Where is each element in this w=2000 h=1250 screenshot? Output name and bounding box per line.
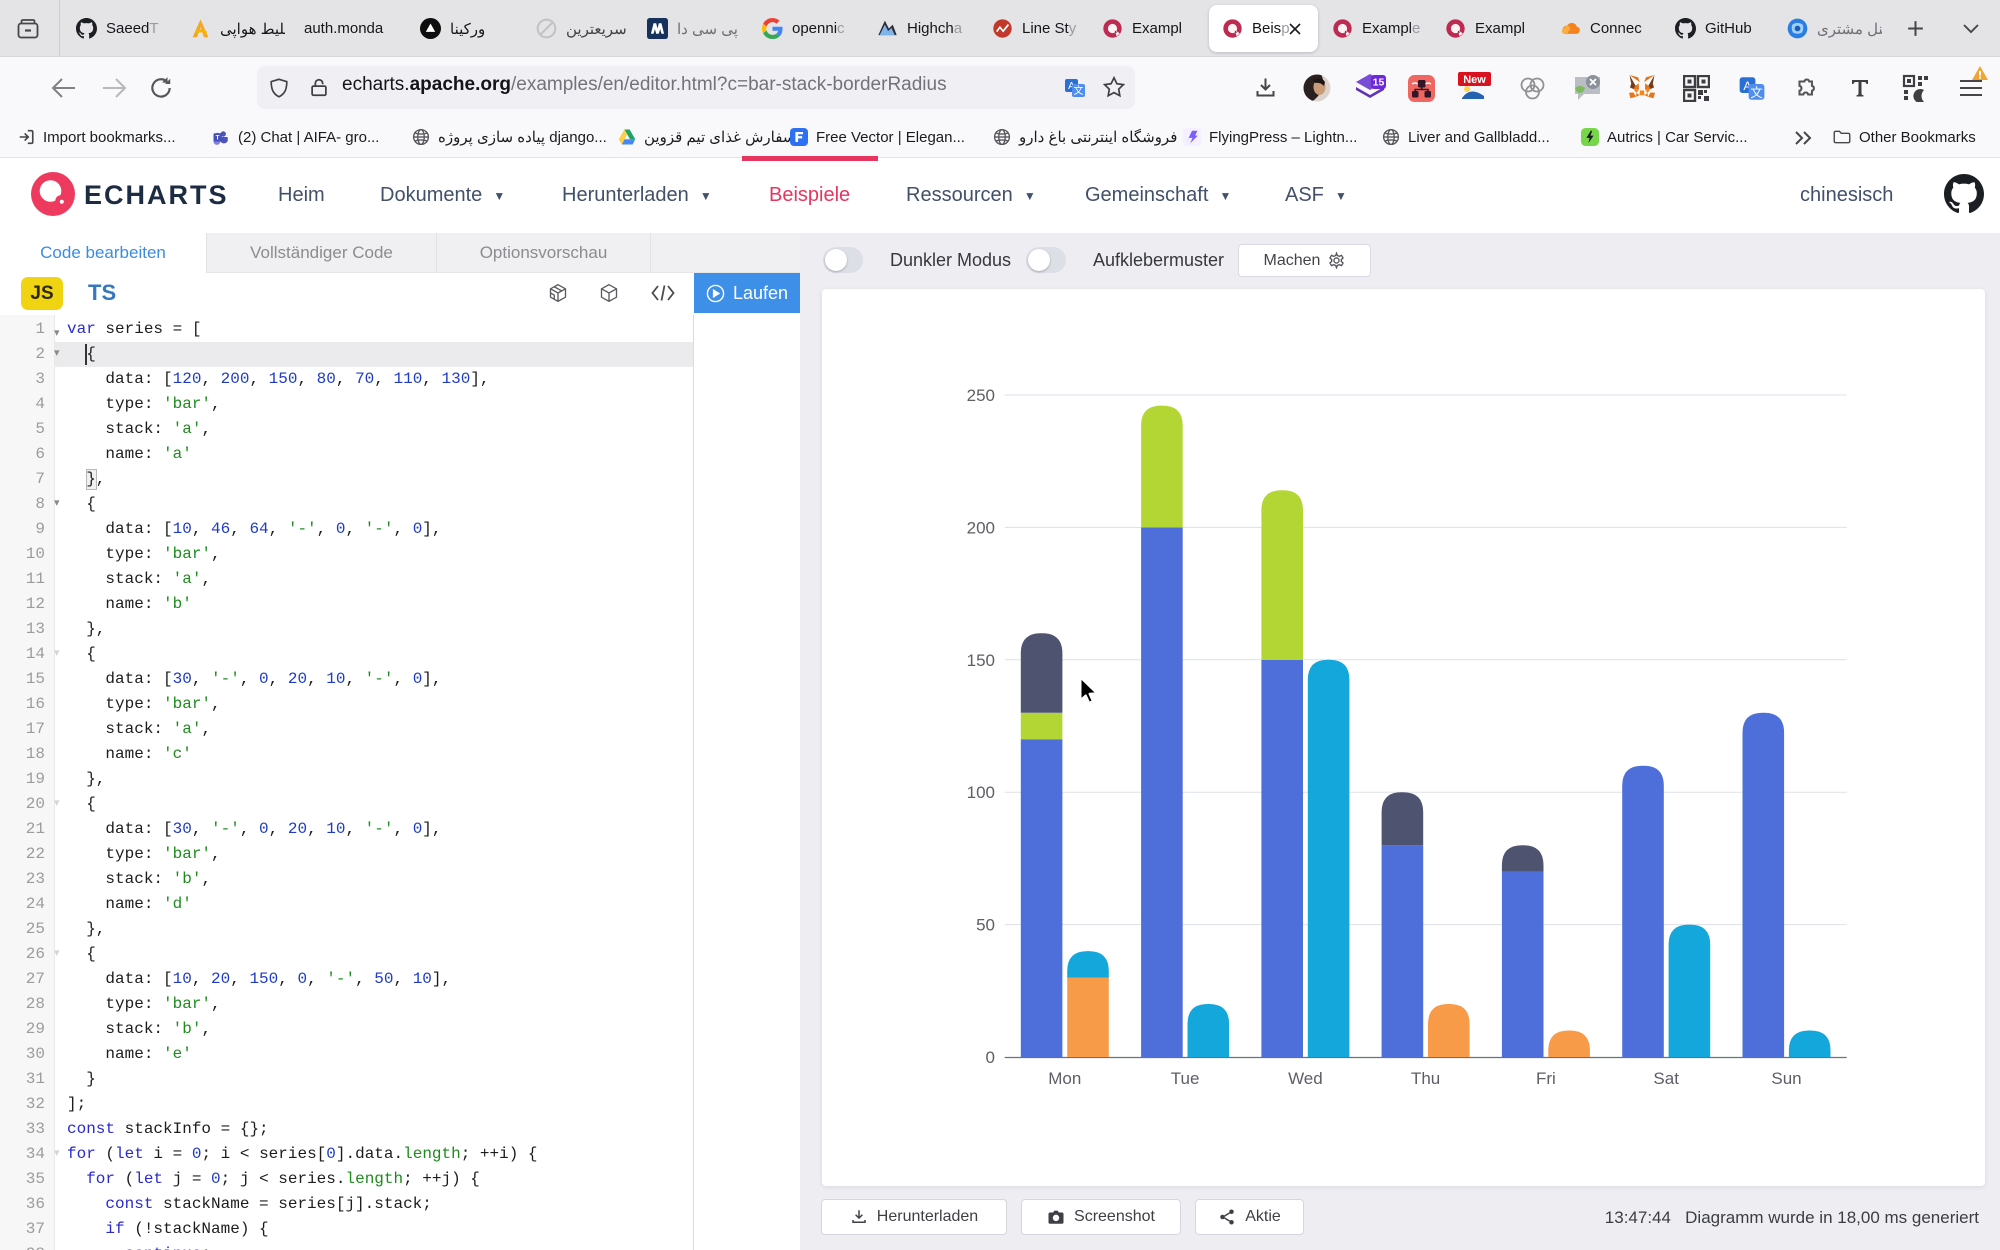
svg-text:文: 文 <box>1750 85 1762 100</box>
svg-text:15: 15 <box>1373 77 1385 89</box>
svg-text:T: T <box>216 135 220 142</box>
svg-text:文: 文 <box>1074 84 1084 97</box>
svg-text:New: New <box>1463 74 1486 86</box>
